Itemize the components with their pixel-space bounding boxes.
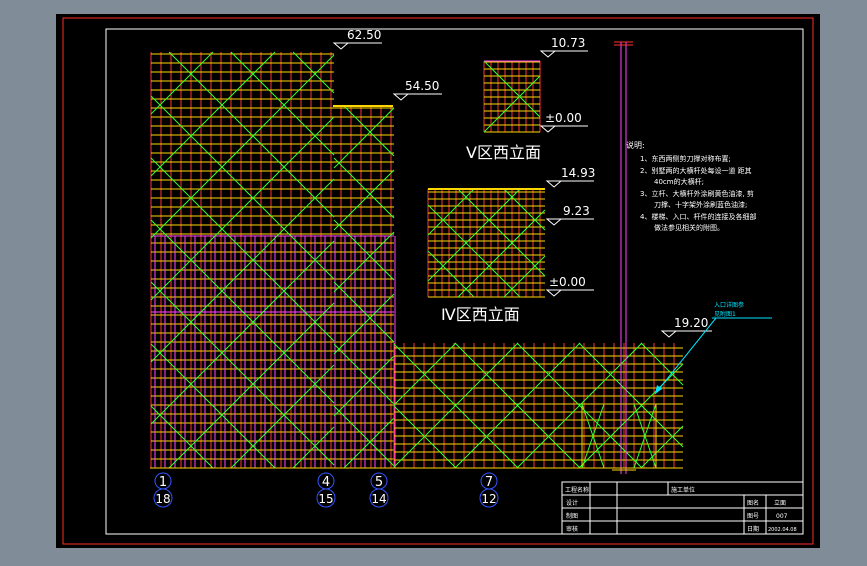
elevation-second-text: 54.50: [405, 79, 439, 93]
axis-bottom-15: 15: [318, 492, 333, 506]
notes-line-7: 做法参见相关的附图。: [654, 223, 724, 232]
callout-line-1: 入口详图参: [714, 301, 744, 309]
notes-line-1: 1、东西两侧剪刀撑对称布置;: [640, 154, 731, 163]
notes-line-4: 3、立杆、大横杆外涂刷黄色油漆, 剪: [640, 189, 754, 198]
axis-top-5: 5: [375, 475, 383, 490]
cad-viewport: 62.50 54.50 10.73 ±0.00 14.93 9.23 ±0.00…: [0, 0, 867, 562]
axis-top-4: 4: [322, 475, 330, 490]
section-title-iv: Ⅳ区西立面: [441, 305, 520, 324]
callout-line-2: 见附图1: [714, 310, 736, 318]
tb-drawing-value: 立面: [774, 499, 786, 507]
tb-number-value: 007: [776, 513, 788, 520]
elevation-v-zero-text: ±0.00: [545, 111, 582, 125]
tb-design-label: 设计: [566, 499, 578, 507]
tb-drawing-label: 图名: [747, 499, 759, 507]
axis-top-7: 7: [485, 475, 493, 490]
tb-project-label: 工程名称: [565, 486, 589, 494]
notes-line-3: 40cm的大横杆;: [654, 177, 704, 186]
tb-number-label: 图号: [747, 513, 759, 520]
notes-line-2: 2、别墅两的大横杆处每设一道 距其: [640, 166, 752, 175]
tb-check-label: 审核: [566, 525, 578, 533]
elevation-low-text: 19.20: [674, 316, 708, 330]
scaffold-elevation-drawing: 62.50 54.50 10.73 ±0.00 14.93 9.23 ±0.00…: [56, 14, 820, 548]
notes-line-6: 4、楼梯、入口、杆件的连接及各细部: [640, 212, 756, 221]
elevation-top-text: 62.50: [347, 28, 381, 42]
section-title-v: Ⅴ区西立面: [466, 143, 541, 162]
tb-date-value: 2002.04.08: [768, 527, 797, 533]
notes-heading: 说明:: [626, 140, 645, 150]
tb-date-label: 日期: [747, 525, 759, 533]
elevation-iv-mid-text: 9.23: [563, 204, 590, 218]
elevation-v-top-text: 10.73: [551, 36, 585, 50]
notes-line-5: 刀撑、十字架外涂刷蓝色油漆;: [654, 200, 747, 209]
axis-top-1: 1: [159, 475, 167, 490]
tb-draw-label: 制图: [566, 512, 578, 520]
elevation-iv-top-text: 14.93: [561, 166, 595, 180]
axis-bottom-14: 14: [371, 492, 386, 506]
axis-bottom-12: 12: [481, 492, 496, 506]
elevation-iv-zero-text: ±0.00: [549, 275, 586, 289]
axis-bottom-18: 18: [155, 492, 170, 506]
tb-build-label: 施工单位: [671, 486, 695, 494]
